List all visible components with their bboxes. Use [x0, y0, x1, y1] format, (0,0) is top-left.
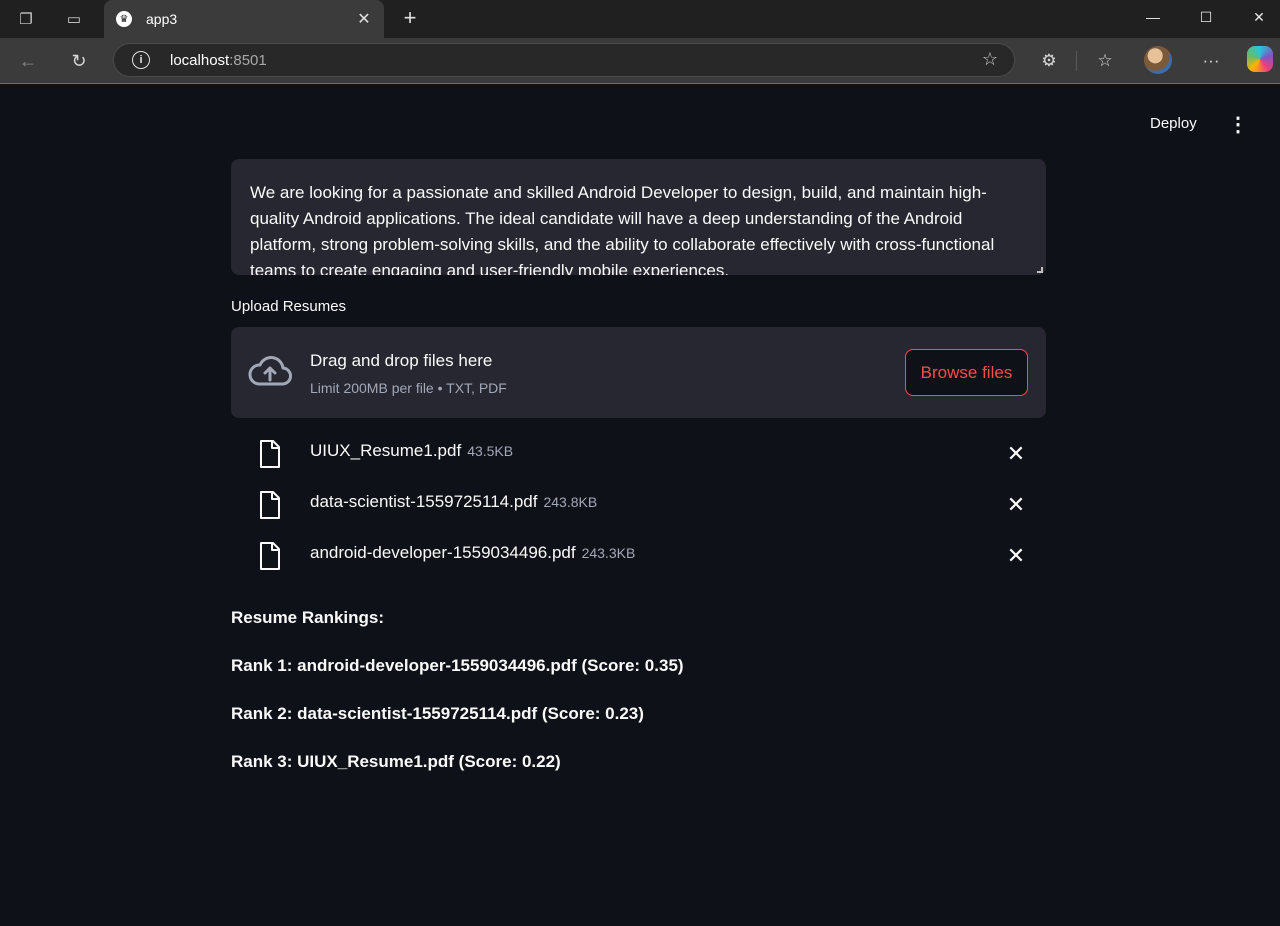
uploaded-file-row: android-developer-1559034496.pdf 243.3KB …: [231, 537, 1046, 577]
reload-icon[interactable]: ↻: [67, 49, 91, 73]
toolbar-divider: [1076, 51, 1077, 71]
uploaded-file-row: UIUX_Resume1.pdf 43.5KB ✕: [231, 435, 1046, 475]
close-window-icon[interactable]: ✕: [1236, 2, 1280, 32]
remove-file-icon[interactable]: ✕: [1003, 543, 1029, 569]
rankings-heading: Resume Rankings:: [231, 608, 385, 627]
favorite-star-icon[interactable]: ☆: [982, 49, 998, 70]
file-size: 243.8KB: [543, 494, 598, 510]
file-dropzone[interactable]: Drag and drop files here Limit 200MB per…: [231, 327, 1046, 418]
main-menu-icon[interactable]: ⋮: [1228, 113, 1248, 136]
browser-tab-bar: ❐ ▭ ♛ app3 ✕ + — ☐ ✕: [0, 0, 1280, 38]
upload-label: Upload Resumes: [231, 298, 347, 315]
dropzone-title: Drag and drop files here: [310, 351, 493, 370]
dropzone-subtitle: Limit 200MB per file • TXT, PDF: [310, 380, 507, 396]
file-size: 43.5KB: [467, 443, 514, 459]
extensions-icon[interactable]: ⚙: [1036, 49, 1062, 73]
deploy-button[interactable]: Deploy: [1150, 115, 1197, 132]
profile-avatar[interactable]: [1144, 46, 1172, 74]
site-info-icon[interactable]: i: [132, 51, 150, 69]
uploaded-file-row: data-scientist-1559725114.pdf 243.8KB ✕: [231, 486, 1046, 526]
browser-tab-active[interactable]: ♛ app3 ✕: [104, 0, 384, 38]
streamlit-favicon-icon: ♛: [116, 11, 132, 27]
remove-file-icon[interactable]: ✕: [1003, 441, 1029, 467]
url-text: localhost:8501: [170, 52, 267, 69]
new-tab-icon[interactable]: +: [398, 5, 422, 30]
ranking-item: Rank 3: UIUX_Resume1.pdf (Score: 0.22): [231, 752, 561, 771]
back-icon[interactable]: ←: [16, 49, 40, 73]
more-menu-icon[interactable]: ···: [1198, 49, 1224, 73]
file-icon: [260, 440, 280, 468]
favorites-icon[interactable]: ☆: [1092, 49, 1118, 73]
file-name: data-scientist-1559725114.pdf 243.8KB: [310, 492, 598, 511]
ranking-item: Rank 2: data-scientist-1559725114.pdf (S…: [231, 704, 644, 723]
job-description-textarea[interactable]: We are looking for a passionate and skil…: [231, 159, 1046, 275]
copilot-icon[interactable]: [1247, 46, 1273, 72]
close-tab-icon[interactable]: ✕: [354, 9, 374, 29]
browse-files-button[interactable]: Browse files: [905, 349, 1028, 396]
maximize-icon[interactable]: ☐: [1183, 2, 1229, 32]
cloud-upload-icon: [248, 356, 292, 386]
file-icon: [260, 542, 280, 570]
file-name: UIUX_Resume1.pdf 43.5KB: [310, 441, 514, 460]
minimize-icon[interactable]: —: [1130, 2, 1176, 32]
file-size: 243.3KB: [581, 545, 636, 561]
ranking-item: Rank 1: android-developer-1559034496.pdf…: [231, 656, 684, 675]
remove-file-icon[interactable]: ✕: [1003, 492, 1029, 518]
tab-actions-icon[interactable]: ▭: [64, 9, 84, 29]
file-name: android-developer-1559034496.pdf 243.3KB: [310, 543, 636, 562]
address-bar[interactable]: i localhost:8501 ☆: [113, 43, 1015, 77]
browser-toolbar: ← ↻ i localhost:8501 ☆ ⚙ ☆ ···: [0, 38, 1280, 84]
app-page: Deploy ⋮ We are looking for a passionate…: [0, 85, 1280, 926]
textarea-resize-handle[interactable]: [1037, 267, 1043, 273]
file-icon: [260, 491, 280, 519]
workspaces-icon[interactable]: ❐: [16, 9, 36, 29]
tab-title: app3: [146, 11, 178, 27]
